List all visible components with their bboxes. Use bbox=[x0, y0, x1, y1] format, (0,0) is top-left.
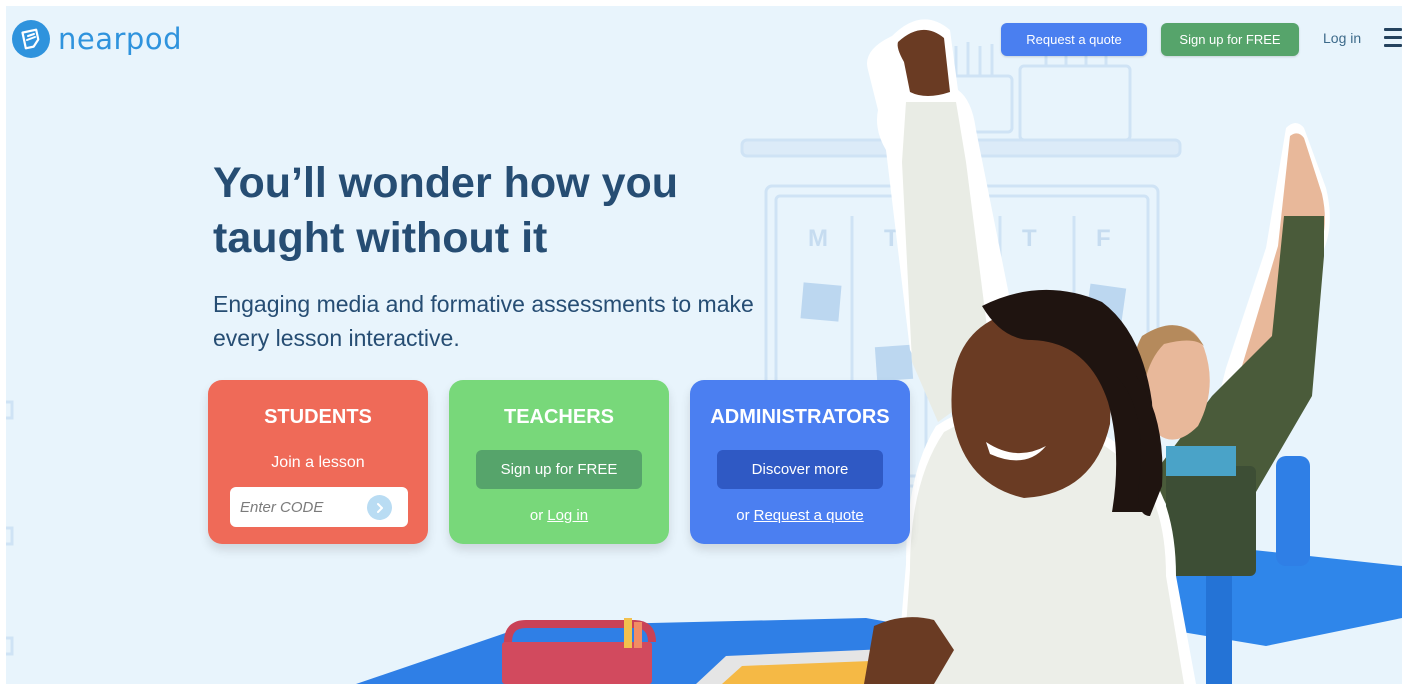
administrators-card: ADMINISTRATORS Discover more or Request a… bbox=[690, 380, 910, 544]
menu-line bbox=[1384, 28, 1402, 31]
landing-page: M T W T F nearpod Request a quote Sign u… bbox=[6, 6, 1402, 684]
menu-line bbox=[1384, 36, 1402, 39]
logo-wordmark: nearpod bbox=[58, 22, 182, 56]
menu-line bbox=[1384, 44, 1402, 47]
nearpod-logo-icon bbox=[12, 20, 50, 58]
or-text: or bbox=[529, 507, 544, 524]
discover-more-button[interactable]: Discover more bbox=[717, 450, 883, 489]
login-link[interactable]: Log in bbox=[1323, 30, 1361, 46]
teachers-card-title: TEACHERS bbox=[503, 406, 614, 428]
students-card: STUDENTS Join a lesson bbox=[208, 380, 428, 544]
calendar-day-thu: T bbox=[1022, 225, 1037, 252]
request-quote-button[interactable]: Request a quote bbox=[1001, 23, 1147, 56]
students-card-title: STUDENTS bbox=[264, 406, 372, 428]
or-text: or bbox=[736, 507, 750, 524]
nearpod-logo[interactable]: nearpod bbox=[12, 20, 182, 58]
teachers-login-link[interactable]: Log in bbox=[547, 507, 588, 524]
teachers-card: TEACHERS Sign up for FREE or Log in bbox=[449, 380, 669, 544]
calendar-day-mon: M bbox=[808, 225, 828, 252]
calendar-day-wed: W bbox=[954, 225, 977, 252]
calendar-day-tue: T bbox=[884, 225, 899, 252]
join-submit-button[interactable] bbox=[367, 495, 392, 520]
signup-free-button[interactable]: Sign up for FREE bbox=[1161, 23, 1299, 56]
hamburger-menu-icon[interactable] bbox=[1384, 28, 1402, 48]
lesson-code-input[interactable] bbox=[240, 487, 370, 527]
teachers-signup-button[interactable]: Sign up for FREE bbox=[476, 450, 642, 489]
teachers-footer: or Log in bbox=[449, 507, 669, 524]
chevron-right-icon bbox=[376, 502, 383, 513]
hero-headline: You’ll wonder how you taught without it bbox=[213, 159, 679, 262]
administrators-card-title: ADMINISTRATORS bbox=[710, 406, 890, 428]
calendar-day-fri: F bbox=[1096, 225, 1111, 252]
administrators-footer: or Request a quote bbox=[690, 507, 910, 524]
hero-subhead: Engaging media and formative assessments… bbox=[213, 291, 754, 351]
administrators-request-quote-link[interactable]: Request a quote bbox=[754, 507, 864, 524]
code-entry-box bbox=[230, 487, 408, 527]
join-lesson-label: Join a lesson bbox=[271, 454, 365, 471]
